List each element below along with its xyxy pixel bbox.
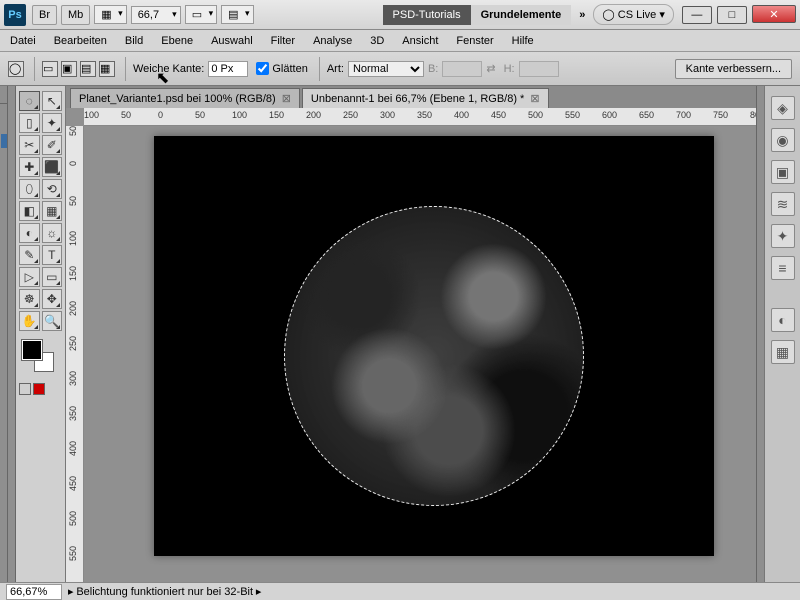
tool-wand[interactable]: ✦: [42, 113, 63, 133]
sel-sub-icon[interactable]: ▤: [80, 61, 96, 77]
menu-fenster[interactable]: Fenster: [456, 35, 493, 47]
tool-move[interactable]: ↖: [42, 91, 63, 111]
minimize-button[interactable]: —: [682, 6, 712, 24]
menu-filter[interactable]: Filter: [271, 35, 295, 47]
tool-pen[interactable]: ✎: [19, 245, 40, 265]
tool-eyedrop[interactable]: ✐: [42, 135, 63, 155]
minibridge-button[interactable]: Mb: [61, 5, 90, 25]
bridge-button[interactable]: Br: [32, 5, 57, 25]
swap-icon: ⇄: [486, 62, 495, 75]
sel-add-icon[interactable]: ▣: [61, 61, 77, 77]
close-icon[interactable]: ⊠: [282, 92, 291, 105]
feather-input[interactable]: [208, 61, 248, 77]
quickmask-icon[interactable]: [19, 383, 31, 395]
dock-right: ◈ ◉ ▣ ≋ ✦ ≡ ◐ ▦: [764, 86, 800, 582]
workspace-tab-grund[interactable]: Grundelemente: [471, 5, 572, 25]
height-field: [519, 61, 559, 77]
doc-tab-1[interactable]: Unbenannt-1 bei 66,7% (Ebene 1, RGB/8) *…: [302, 88, 549, 108]
quickmask-on-icon[interactable]: [33, 383, 45, 395]
adjustments-panel-icon[interactable]: ≋: [771, 192, 795, 216]
tool-path[interactable]: ▷: [19, 267, 40, 287]
ruler-horizontal[interactable]: 1005005010015020025030035040045050055060…: [84, 108, 756, 126]
height-label: H:: [504, 63, 515, 75]
tool-stamp[interactable]: ⬯: [19, 179, 40, 199]
status-message: Belichtung funktioniert nur bei 32-Bit: [76, 586, 253, 598]
tool-gradient[interactable]: ▦: [42, 201, 63, 221]
canvas[interactable]: [154, 136, 714, 556]
app-logo[interactable]: Ps: [4, 4, 26, 26]
canvas-area[interactable]: [84, 126, 756, 582]
history-panel-icon[interactable]: ≡: [771, 256, 795, 280]
tool-3d[interactable]: ☸: [19, 289, 40, 309]
menu-ansicht[interactable]: Ansicht: [402, 35, 438, 47]
dock-left-collapsed[interactable]: [0, 86, 8, 582]
menu-bild[interactable]: Bild: [125, 35, 143, 47]
document-tabs: Planet_Variante1.psd bei 100% (RGB/8)⊠ U…: [66, 86, 756, 108]
tool-3dcam[interactable]: ✥: [42, 289, 63, 309]
toolbox: ◌↖▯✦✂✐✚⬛⬯⟲◧▦◐☼✎T▷▭☸✥✋🔍: [16, 86, 66, 582]
close-icon[interactable]: ⊠: [530, 92, 539, 105]
tool-dodge[interactable]: ☼: [42, 223, 63, 243]
tool-zoom[interactable]: 🔍: [42, 311, 63, 331]
tool-brush[interactable]: ⬛: [42, 157, 63, 177]
ruler-vertical[interactable]: 50050100150200250300350400450500550: [66, 126, 84, 582]
paths-panel-icon[interactable]: ▣: [771, 160, 795, 184]
menu-auswahl[interactable]: Auswahl: [211, 35, 253, 47]
style-select[interactable]: Normal: [348, 61, 424, 77]
cs-live-button[interactable]: ◯ CS Live ▾: [593, 4, 673, 25]
menu-bearbeiten[interactable]: Bearbeiten: [54, 35, 107, 47]
doc-arrange-dropdown[interactable]: ▦: [94, 5, 126, 24]
refine-edge-button[interactable]: Kante verbessern...: [675, 59, 792, 79]
options-bar: ◯ ▭ ▣ ▤ ▦ Weiche Kante: Glätten Art: Nor…: [0, 52, 800, 86]
feather-label: Weiche Kante:: [133, 63, 204, 75]
extras-dropdown[interactable]: ▤: [221, 5, 253, 24]
tool-heal[interactable]: ✚: [19, 157, 40, 177]
tool-hand[interactable]: ✋: [19, 311, 40, 331]
tool-blur[interactable]: ◐: [19, 223, 40, 243]
tool-history[interactable]: ⟲: [42, 179, 63, 199]
width-field: [442, 61, 482, 77]
swatches-panel-icon[interactable]: ▦: [771, 340, 795, 364]
sel-intersect-icon[interactable]: ▦: [99, 61, 115, 77]
menu-analyse[interactable]: Analyse: [313, 35, 352, 47]
style-label: Art:: [327, 63, 344, 75]
tool-lasso[interactable]: ▯: [19, 113, 40, 133]
width-label: B:: [428, 63, 438, 75]
tool-type[interactable]: T: [42, 245, 63, 265]
channels-panel-icon[interactable]: ◉: [771, 128, 795, 152]
status-arrow-icon[interactable]: ▸: [68, 585, 74, 598]
layers-panel-icon[interactable]: ◈: [771, 96, 795, 120]
workspace-tab-psd[interactable]: PSD-Tutorials: [383, 5, 471, 25]
fg-color-swatch[interactable]: [22, 340, 42, 360]
menubar: Datei Bearbeiten Bild Ebene Auswahl Filter Ana…: [0, 30, 800, 52]
menu-hilfe[interactable]: Hilfe: [512, 35, 534, 47]
doc-tab-0[interactable]: Planet_Variante1.psd bei 100% (RGB/8)⊠: [70, 88, 300, 108]
workspace-more-icon[interactable]: »: [571, 9, 593, 21]
menu-datei[interactable]: Datei: [10, 35, 36, 47]
titlebar: Ps Br Mb ▦ 66,7 ▭ ▤ PSD-Tutorials Grunde…: [0, 0, 800, 30]
menu-3d[interactable]: 3D: [370, 35, 384, 47]
selection-ellipse[interactable]: [284, 206, 584, 506]
statusbar: 66,67% ▸ Belichtung funktioniert nur bei…: [0, 582, 800, 600]
screen-mode-dropdown[interactable]: ▭: [185, 5, 217, 24]
tool-shape[interactable]: ▭: [42, 267, 63, 287]
status-arrow-icon[interactable]: ▸: [256, 585, 262, 598]
close-button[interactable]: ✕: [752, 5, 796, 23]
tool-eraser[interactable]: ◧: [19, 201, 40, 221]
sel-new-icon[interactable]: ▭: [42, 61, 58, 77]
tool-marquee[interactable]: ◌: [19, 91, 40, 111]
zoom-field[interactable]: 66,67%: [6, 584, 62, 600]
zoom-dropdown[interactable]: 66,7: [131, 6, 181, 24]
workarea: ◌↖▯✦✂✐✚⬛⬯⟲◧▦◐☼✎T▷▭☸✥✋🔍 Planet_Variante1.…: [0, 86, 800, 582]
styles-panel-icon[interactable]: ✦: [771, 224, 795, 248]
window-buttons: — □ ✕: [680, 5, 796, 24]
color-panel-icon[interactable]: ◐: [771, 308, 795, 332]
antialias-checkbox[interactable]: [256, 62, 269, 75]
menu-ebene[interactable]: Ebene: [161, 35, 193, 47]
maximize-button[interactable]: □: [717, 6, 747, 24]
tool-preset-icon[interactable]: ◯: [8, 61, 24, 77]
tool-crop[interactable]: ✂: [19, 135, 40, 155]
antialias-label: Glätten: [272, 63, 307, 75]
